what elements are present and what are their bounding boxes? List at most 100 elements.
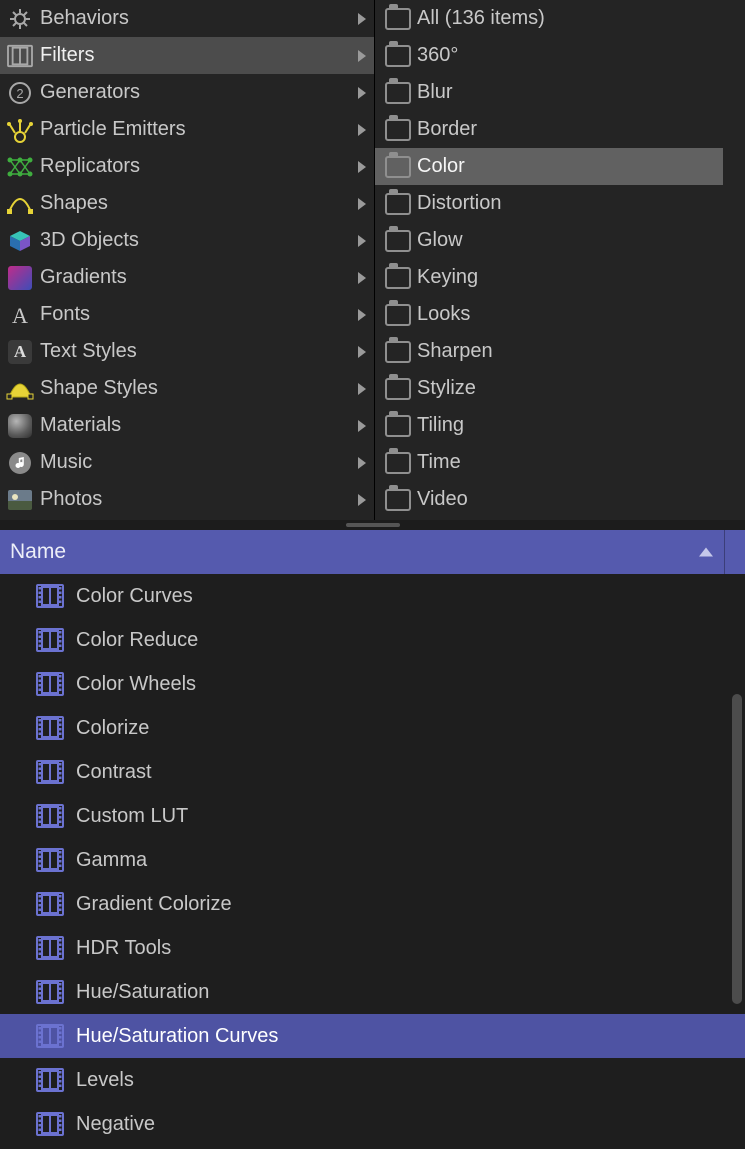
category-label: Photos (40, 488, 102, 511)
category-row[interactable]: Shape Styles (0, 370, 374, 407)
font-icon: A (6, 301, 34, 329)
subcategory-column: All (136 items)360° Blur Border Color Distor… (375, 0, 745, 520)
category-row[interactable]: Filters (0, 37, 374, 74)
filter-item[interactable]: Gamma (0, 838, 745, 882)
folder-icon (385, 378, 411, 400)
category-row[interactable]: Materials (0, 407, 374, 444)
disclosure-arrow-icon (358, 309, 366, 321)
filter-item[interactable]: Hue/Saturation Curves (0, 1014, 745, 1058)
folder-icon (385, 267, 411, 289)
subcategory-row[interactable]: Stylize (375, 370, 723, 407)
filmstrip-icon (6, 42, 34, 70)
folder-icon (385, 452, 411, 474)
category-row[interactable]: Behaviors (0, 0, 374, 37)
svg-text:2: 2 (16, 86, 23, 101)
filter-item[interactable]: Contrast (0, 750, 745, 794)
filter-item-label: Hue/Saturation Curves (76, 1025, 278, 1048)
subcategory-row[interactable]: Color (375, 148, 723, 185)
generator-icon: 2 (6, 79, 34, 107)
shape-style-icon (6, 375, 34, 403)
subcategory-row[interactable]: Sharpen (375, 333, 723, 370)
category-row[interactable]: Shapes (0, 185, 374, 222)
list-header[interactable]: Name (0, 530, 745, 574)
subcategory-row[interactable]: Glow (375, 222, 723, 259)
subcategory-label: Video (417, 488, 468, 511)
category-label: Shape Styles (40, 377, 158, 400)
filter-item[interactable]: Color Curves (0, 574, 745, 618)
category-row[interactable]: Particle Emitters (0, 111, 374, 148)
subcategory-label: Blur (417, 81, 453, 104)
folder-icon (385, 415, 411, 437)
subcategory-label: Stylize (417, 377, 476, 400)
category-label: Music (40, 451, 92, 474)
filter-item-label: Custom LUT (76, 805, 188, 828)
category-row[interactable]: 3D Objects (0, 222, 374, 259)
filmstrip-icon (36, 1067, 64, 1093)
filter-item-label: Levels (76, 1069, 134, 1092)
filmstrip-icon (36, 935, 64, 961)
subcategory-row[interactable]: Blur (375, 74, 723, 111)
category-row[interactable]: A Fonts (0, 296, 374, 333)
category-label: Shapes (40, 192, 108, 215)
subcategory-row[interactable]: Keying (375, 259, 723, 296)
filmstrip-icon (36, 583, 64, 609)
category-row[interactable]: Photos (0, 481, 374, 518)
category-label: Gradients (40, 266, 127, 289)
filter-item[interactable]: Negative (0, 1102, 745, 1146)
disclosure-arrow-icon (358, 124, 366, 136)
sort-ascending-icon (699, 548, 713, 557)
filter-item[interactable]: Colorize (0, 706, 745, 750)
filter-item-label: Gamma (76, 849, 147, 872)
folder-icon (385, 230, 411, 252)
category-row[interactable]: 2Generators (0, 74, 374, 111)
disclosure-arrow-icon (358, 272, 366, 284)
filter-item[interactable]: Custom LUT (0, 794, 745, 838)
subcategory-row[interactable]: 360° (375, 37, 723, 74)
category-row[interactable]: Gradients (0, 259, 374, 296)
filter-item[interactable]: Color Reduce (0, 618, 745, 662)
filter-item-label: Colorize (76, 717, 149, 740)
subcategory-row[interactable]: Distortion (375, 185, 723, 222)
category-label: Fonts (40, 303, 90, 326)
subcategory-row[interactable]: Looks (375, 296, 723, 333)
filter-item-label: Contrast (76, 761, 152, 784)
folder-icon (385, 82, 411, 104)
subcategory-label: Sharpen (417, 340, 493, 363)
subcategory-row[interactable]: All (136 items) (375, 0, 723, 37)
filmstrip-icon (36, 1023, 64, 1049)
folder-icon (385, 304, 411, 326)
folder-icon (385, 341, 411, 363)
disclosure-arrow-icon (358, 346, 366, 358)
scrollbar-thumb[interactable] (732, 694, 742, 1004)
pane-resize-handle[interactable] (0, 520, 745, 530)
filter-item[interactable]: Color Wheels (0, 662, 745, 706)
filter-item[interactable]: Levels (0, 1058, 745, 1102)
category-label: 3D Objects (40, 229, 139, 252)
filter-item[interactable]: Gradient Colorize (0, 882, 745, 926)
shape-icon (6, 190, 34, 218)
category-row[interactable]: AText Styles (0, 333, 374, 370)
subcategory-row[interactable]: Time (375, 444, 723, 481)
category-column: BehaviorsFilters2GeneratorsParticle Emit… (0, 0, 375, 520)
category-row[interactable]: Music (0, 444, 374, 481)
cube-icon (6, 227, 34, 255)
subcategory-label: Tiling (417, 414, 464, 437)
subcategory-label: Color (417, 155, 465, 178)
filter-list[interactable]: Color CurvesColor Reduce Color Wheels Colo… (0, 574, 745, 1149)
filter-item[interactable]: Hue/Saturation (0, 970, 745, 1014)
filter-item-label: Hue/Saturation (76, 981, 209, 1004)
library-browser-top: BehaviorsFilters2GeneratorsParticle Emit… (0, 0, 745, 520)
category-row[interactable]: Replicators (0, 148, 374, 185)
subcategory-label: Distortion (417, 192, 501, 215)
subcategory-row[interactable]: Tiling (375, 407, 723, 444)
filter-item[interactable]: HDR Tools (0, 926, 745, 970)
list-header-label: Name (10, 540, 66, 564)
subcategory-row[interactable]: Video (375, 481, 723, 518)
category-label: Materials (40, 414, 121, 437)
filter-item-label: Color Wheels (76, 673, 196, 696)
disclosure-arrow-icon (358, 235, 366, 247)
filmstrip-icon (36, 759, 64, 785)
folder-icon (385, 489, 411, 511)
subcategory-row[interactable]: Border (375, 111, 723, 148)
filmstrip-icon (36, 627, 64, 653)
